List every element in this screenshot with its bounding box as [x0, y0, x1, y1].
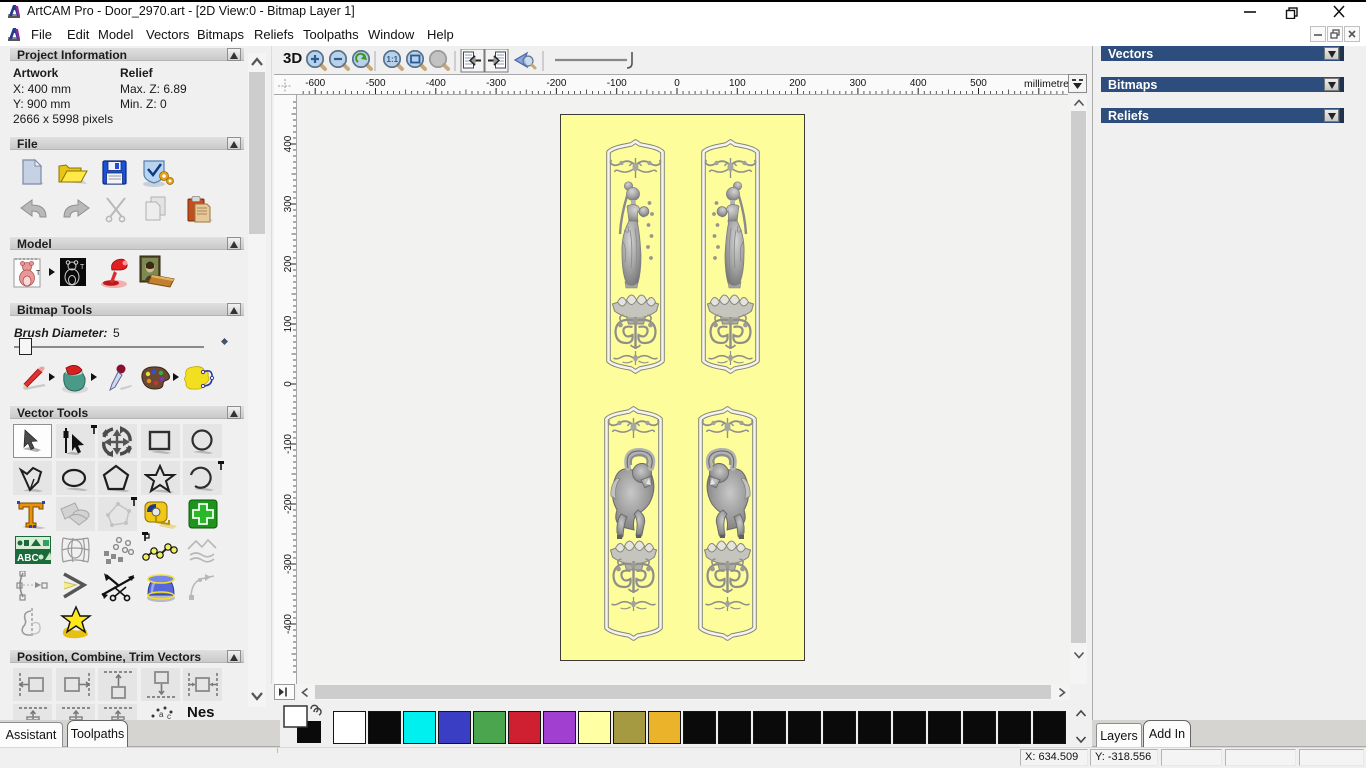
svg-text:T: T — [80, 264, 85, 271]
svg-text:500: 500 — [970, 78, 987, 89]
svg-text:1:1: 1:1 — [387, 55, 399, 64]
svg-text:-200: -200 — [546, 78, 566, 89]
svg-text:a: a — [159, 710, 164, 719]
svg-text:-300: -300 — [283, 554, 294, 574]
svg-text:400: 400 — [910, 78, 927, 89]
svg-text:T: T — [36, 270, 41, 277]
svg-text:200: 200 — [283, 255, 294, 272]
svg-text:ABC: ABC — [17, 553, 39, 564]
svg-text:-100: -100 — [283, 434, 294, 454]
svg-text:0: 0 — [283, 381, 294, 387]
svg-text:300: 300 — [850, 78, 867, 89]
svg-text:100: 100 — [283, 315, 294, 332]
svg-text:-200: -200 — [283, 494, 294, 514]
svg-text:100: 100 — [729, 78, 746, 89]
svg-text:200: 200 — [789, 78, 806, 89]
svg-text:400: 400 — [283, 135, 294, 152]
svg-text:Nes: Nes — [187, 704, 215, 720]
svg-text:-500: -500 — [365, 78, 385, 89]
svg-text:-600: -600 — [305, 78, 325, 89]
svg-text:0: 0 — [674, 78, 680, 89]
svg-text:c: c — [167, 712, 171, 720]
svg-text:-300: -300 — [486, 78, 506, 89]
svg-text:-100: -100 — [607, 78, 627, 89]
svg-text:300: 300 — [283, 195, 294, 212]
svg-text:-400: -400 — [283, 614, 294, 634]
svg-text:-400: -400 — [426, 78, 446, 89]
